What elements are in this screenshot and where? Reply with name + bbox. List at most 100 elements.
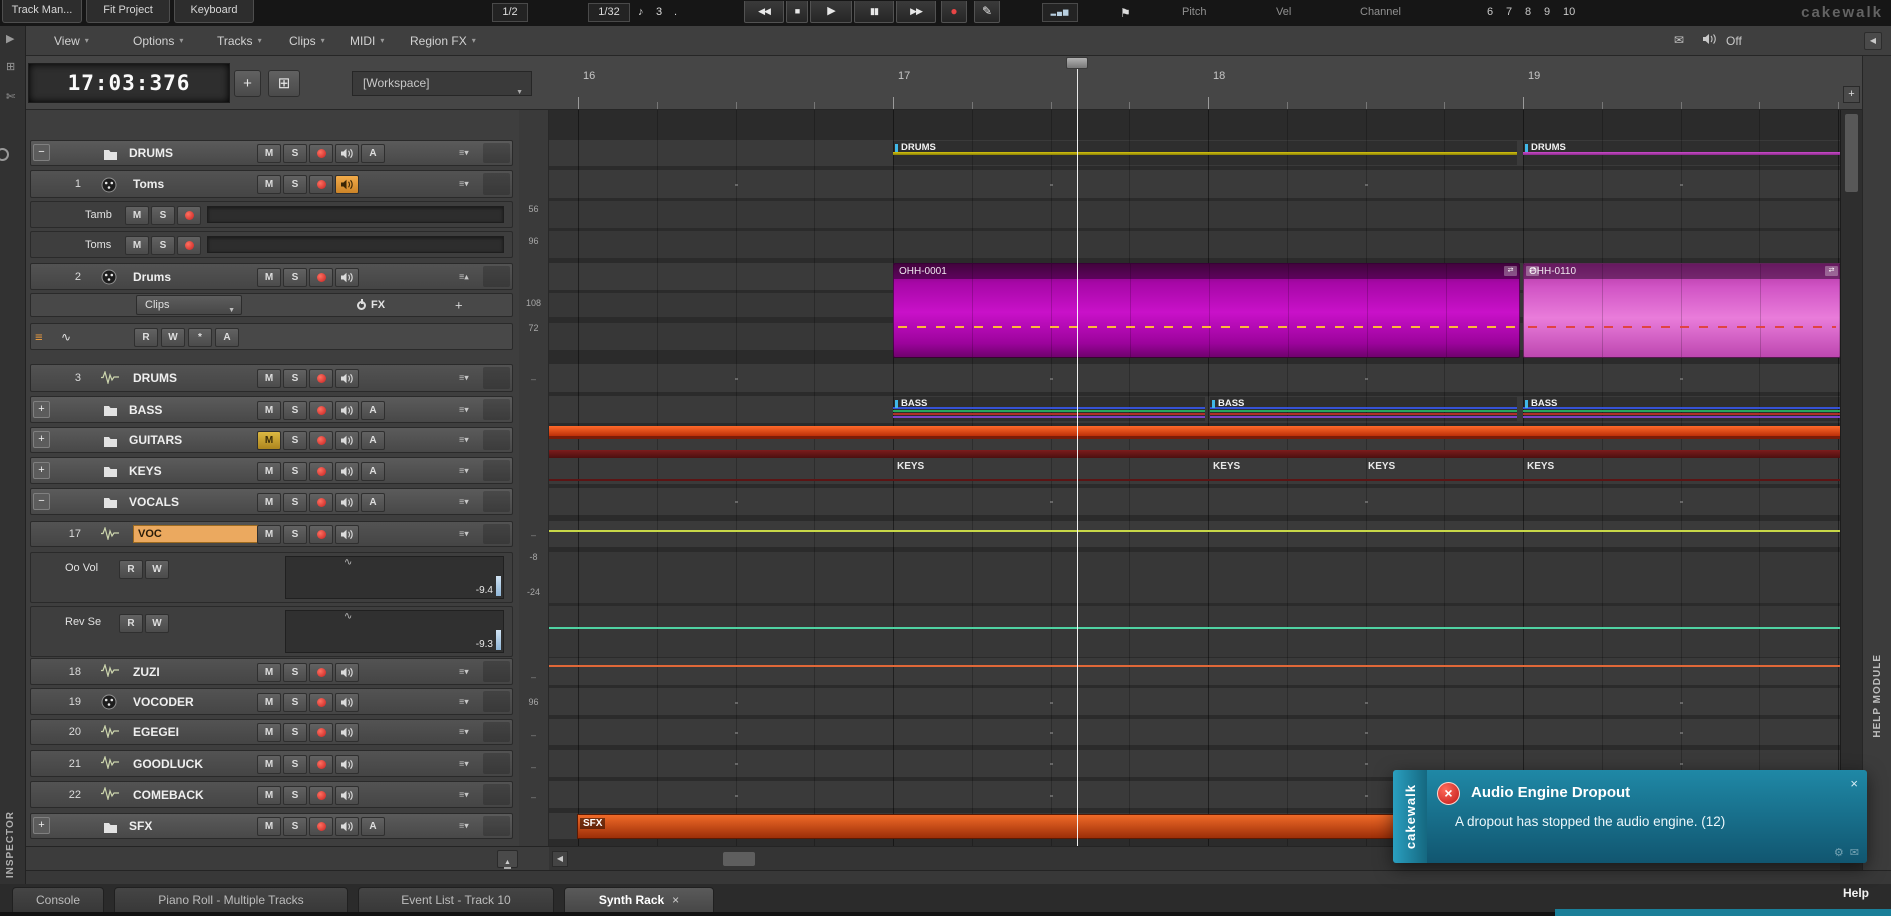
archive-button[interactable]: A (361, 401, 385, 420)
clip-ohh-0110[interactable]: OHH-0110 ⇄ ⇄ (1523, 263, 1840, 358)
record-arm-button[interactable] (309, 144, 333, 163)
time-display[interactable]: 17:03:376 (28, 63, 230, 103)
menu-midi[interactable]: MIDI ▾ (350, 26, 384, 55)
mute-button[interactable]: M (257, 462, 281, 481)
notification-options[interactable]: ⚙ ✉ (1834, 846, 1859, 859)
solo-button[interactable]: S (151, 206, 175, 225)
solo-button[interactable]: S (283, 493, 307, 512)
solo-button[interactable]: S (283, 401, 307, 420)
help-module-strip[interactable]: HELP MODULE (1862, 56, 1891, 870)
speaker-icon[interactable] (1702, 33, 1718, 47)
chevron-right-icon[interactable]: ▶ (6, 32, 14, 45)
draw-tool-button[interactable]: ✎ (974, 1, 1000, 23)
folder-expander-button[interactable]: + (33, 401, 50, 418)
input-echo-button[interactable] (335, 401, 359, 420)
archive-button[interactable]: A (361, 817, 385, 836)
mute-button[interactable]: M (257, 401, 281, 420)
menu-view[interactable]: View ▾ (54, 26, 89, 55)
input-echo-off-label[interactable]: Off (1726, 34, 1742, 48)
menu-region-fx[interactable]: Region FX ▾ (410, 26, 476, 55)
rewind-button[interactable]: ◀◀ (744, 1, 784, 23)
track-row-drums[interactable]: 2 Drums M S ≡▴ (30, 263, 513, 290)
lane-expand-icon[interactable]: ≡▾ (459, 758, 469, 769)
lane-expand-icon[interactable]: ≡▾ (459, 821, 469, 832)
track-row-rev-se[interactable]: Rev Se R W ∿ -9.3 (30, 606, 513, 657)
track-row-guitars[interactable]: + GUITARS M S A ≡▾ (30, 427, 513, 453)
track-row-vocals[interactable]: − VOCALS M S A ≡▾ (30, 488, 513, 515)
playhead-line[interactable] (1077, 110, 1078, 846)
track-row-bass[interactable]: + BASS M S A ≡▾ (30, 396, 513, 423)
input-echo-button[interactable] (335, 786, 359, 805)
bottom-tab-event-list-track-10[interactable]: Event List - Track 10 (358, 887, 554, 912)
input-echo-button[interactable] (335, 268, 359, 287)
mute-button[interactable]: M (257, 175, 281, 194)
mute-button[interactable]: M (257, 268, 281, 287)
play-button[interactable]: ▶ (810, 1, 852, 23)
tab-close-icon[interactable]: × (672, 893, 679, 907)
clips-arrangement-pane[interactable]: DRUMS DRUMS BASS BASS BASS OHH-0001 ⇄ OHH-0110 ⇄… (549, 110, 1840, 846)
envelope-icon[interactable]: ✉ (1850, 846, 1859, 859)
folder-expander-button[interactable]: + (33, 431, 50, 448)
inspector-label[interactable]: INSPECTOR (5, 811, 16, 878)
lane-expand-icon[interactable]: ≡▾ (459, 696, 469, 707)
folder-expander-button[interactable]: − (33, 144, 50, 161)
mute-button[interactable]: M (257, 493, 281, 512)
vertical-scrollbar-thumb[interactable] (1845, 114, 1858, 192)
scissors-icon[interactable]: ✄ (6, 90, 15, 103)
record-arm-button[interactable] (309, 493, 333, 512)
scroll-left-button[interactable]: ◀ (552, 851, 568, 867)
clip-drums-measure17[interactable]: DRUMS (893, 141, 1517, 165)
record-arm-button[interactable] (309, 175, 333, 194)
track-row-vocoder[interactable]: 19 VOCODER M S ≡▾ (30, 688, 513, 715)
solo-button[interactable]: S (283, 462, 307, 481)
add-track-button[interactable]: + (234, 70, 261, 97)
clip-keys-2[interactable]: KEYS (1213, 461, 1240, 472)
playhead-marker[interactable] (1066, 57, 1088, 69)
track-name-field[interactable]: VOC (133, 525, 261, 543)
grid-icon[interactable]: ⊞ (6, 60, 15, 73)
clip-keys-1[interactable]: KEYS (897, 461, 924, 472)
read-automation-button[interactable]: R (119, 560, 143, 579)
solo-button[interactable]: S (283, 693, 307, 712)
grid-resolution-value[interactable]: 1/32 (588, 3, 630, 22)
folder-expander-button[interactable]: + (33, 817, 50, 834)
track-row-toms[interactable]: 1 Toms M S ≡▾ (30, 170, 513, 198)
fx-power-button[interactable]: FX (357, 299, 385, 311)
fx-bypass-button[interactable]: * (188, 328, 212, 347)
marker-flag-icon[interactable]: ⚑ (1120, 6, 1131, 20)
input-echo-button[interactable] (335, 663, 359, 682)
vertical-scrollbar[interactable] (1840, 110, 1862, 846)
clip-drums-measure19[interactable]: DRUMS (1523, 141, 1840, 165)
record-arm-button[interactable] (309, 431, 333, 450)
mute-button[interactable]: M (257, 786, 281, 805)
loop-number[interactable]: 7 (1506, 6, 1512, 18)
write-automation-button[interactable]: W (161, 328, 185, 347)
track-row-goodluck[interactable]: 21 GOODLUCK M S ≡▾ (30, 750, 513, 777)
automation-display[interactable]: ∿ -9.4 (285, 556, 504, 599)
mute-button[interactable]: M (257, 693, 281, 712)
record-arm-button[interactable] (177, 206, 201, 225)
archive-button[interactable]: A (361, 431, 385, 450)
fast-forward-button[interactable]: ▶▶ (896, 1, 936, 23)
record-arm-button[interactable] (309, 369, 333, 388)
solo-button[interactable]: S (151, 236, 175, 255)
solo-button[interactable]: S (283, 786, 307, 805)
lane-expand-icon[interactable]: ≡▾ (459, 727, 469, 738)
folder-expander-button[interactable]: + (33, 462, 50, 479)
lane-clip-field[interactable] (207, 206, 504, 223)
track-row-oo-vol[interactable]: Oo Vol R W ∿ -9.4 (30, 552, 513, 603)
bottom-tab-piano-roll-multiple-tracks[interactable]: Piano Roll - Multiple Tracks (114, 887, 348, 912)
solo-button[interactable]: S (283, 431, 307, 450)
lane-expand-icon[interactable]: ≡▾ (459, 465, 469, 476)
record-arm-button[interactable] (309, 462, 333, 481)
track-row-toms[interactable]: Toms M S (30, 231, 513, 258)
mute-button[interactable]: M (257, 525, 281, 544)
solo-button[interactable]: S (283, 525, 307, 544)
envelope-icon[interactable]: ✉ (1674, 33, 1684, 47)
archive-button[interactable]: A (361, 462, 385, 481)
lane-expand-icon[interactable]: ≡▾ (459, 373, 469, 384)
mute-button[interactable]: M (257, 723, 281, 742)
loop-number[interactable]: 8 (1525, 6, 1531, 18)
solo-button[interactable]: S (283, 369, 307, 388)
input-echo-button[interactable] (335, 755, 359, 774)
